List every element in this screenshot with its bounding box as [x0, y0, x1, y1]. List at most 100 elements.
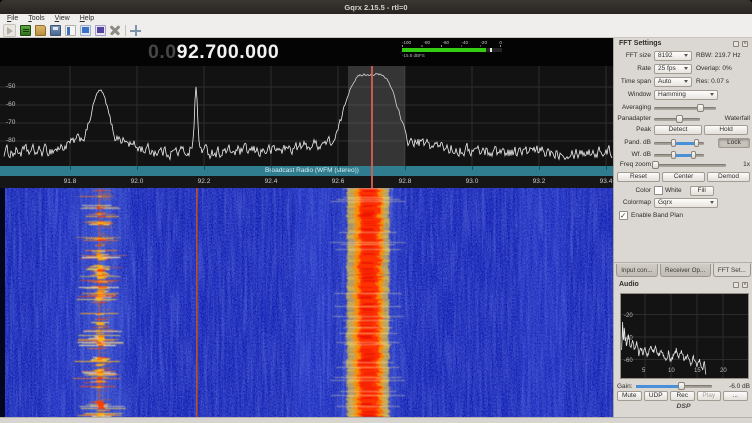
freq-zoom-label: Freq zoom [617, 161, 651, 168]
filter-passband-overlay[interactable] [348, 66, 405, 166]
io-devices-icon[interactable] [20, 25, 31, 36]
panadapter-split-slider[interactable] [654, 115, 700, 123]
fft-settings-title: FFT Settings [619, 40, 661, 47]
audio-rec-button[interactable]: Rec [670, 391, 695, 401]
fft-size-value: 8192 [658, 52, 672, 59]
frequency-scale-label: 92.6 [326, 178, 350, 185]
averaging-slider[interactable] [654, 104, 716, 112]
menu-item-help[interactable]: Help [75, 14, 99, 24]
title-bar[interactable]: Gqrx 2.15.5 - rtl=0 [0, 0, 752, 14]
lock-button[interactable]: Lock [718, 138, 750, 148]
float-icon[interactable] [733, 41, 739, 47]
band-plan-tick [204, 166, 205, 170]
meter-readout: -15.8 dBFS [402, 53, 502, 58]
colormap-combo[interactable]: Gqrx [654, 198, 718, 208]
toolbar-separator [125, 25, 126, 36]
enable-band-plan-checkbox[interactable] [619, 211, 628, 220]
carrier-trace-line [196, 188, 198, 417]
menu-item-file[interactable]: File [2, 14, 23, 24]
dsp-play-button[interactable] [3, 24, 16, 37]
audio-udp-button[interactable]: UDP [644, 391, 669, 401]
time-span-combo[interactable]: Auto [654, 77, 692, 87]
audio-button-row: MuteUDPRecPlay... [617, 390, 750, 401]
chevron-down-icon [684, 67, 688, 70]
tab-fft-set[interactable]: FFT Set... [713, 263, 751, 277]
reset-button[interactable]: Reset [617, 172, 660, 182]
tab-input-con[interactable]: Input con... [616, 264, 658, 277]
fill-button[interactable]: Fill [690, 186, 714, 196]
menu-item-view[interactable]: View [50, 14, 75, 24]
fft-db-label: -60 [6, 101, 15, 108]
open-file-icon[interactable] [35, 25, 46, 36]
meter-tick-label: -20 [480, 40, 487, 45]
display-icon[interactable] [80, 25, 91, 36]
gain-slider[interactable] [636, 382, 712, 390]
audio-dock-buttons [733, 282, 748, 288]
meter-bar-track [402, 48, 502, 52]
fft-size-combo[interactable]: 8192 [654, 51, 692, 61]
window-value: Hamming [658, 91, 686, 98]
colormap-value: Gqrx [658, 199, 672, 206]
waterfall[interactable] [5, 188, 613, 417]
audio-fft-plot[interactable]: -20-40-605101520 [620, 293, 749, 379]
band-plan-tick [338, 166, 339, 170]
frequency-display-bar [0, 38, 613, 66]
band-plan-tick [70, 166, 71, 170]
res-value: Res: 0.07 s [696, 78, 729, 85]
band-plan-tick [539, 166, 540, 170]
audio-mute-button[interactable]: Mute [617, 391, 642, 401]
dsp-play-icon[interactable] [7, 27, 13, 35]
fft-plot[interactable]: -50-60-70-80 [0, 66, 613, 166]
audio-play-button[interactable]: Play [697, 391, 722, 401]
audio-freq-label: 15 [694, 368, 701, 374]
band-plan-tick [271, 166, 272, 170]
close-icon[interactable] [742, 282, 748, 288]
tools-icon[interactable] [110, 25, 121, 36]
remote-icon[interactable] [95, 25, 106, 36]
freq-zoom-slider[interactable] [654, 161, 726, 169]
white-checkbox[interactable] [654, 186, 663, 195]
close-icon[interactable] [742, 41, 748, 47]
audio-db-label: -20 [624, 313, 633, 319]
pandapter-db-range-slider[interactable] [654, 139, 704, 147]
frequency-scale[interactable]: 91.892.092.292.492.692.893.093.293.4 [0, 176, 613, 188]
tab-receiver-op[interactable]: Receiver Op... [660, 264, 711, 277]
overlap-value: Overlap: 0% [696, 65, 732, 72]
float-icon[interactable] [733, 282, 739, 288]
band-plan-tick [137, 166, 138, 170]
tuning-cursor[interactable] [371, 66, 373, 188]
frequency-scale-label: 92.4 [259, 178, 283, 185]
rate-combo[interactable]: 25 fps [654, 64, 692, 74]
menu-item-tools[interactable]: Tools [23, 14, 49, 24]
meter-level-bar [402, 48, 486, 52]
bookmarks-icon[interactable] [65, 25, 76, 36]
demod-button[interactable]: Demod [707, 172, 750, 182]
center-button[interactable]: Center [662, 172, 705, 182]
menu-bar[interactable]: FileToolsViewHelp [0, 14, 752, 24]
audio-title: Audio [619, 281, 639, 288]
waterfall-db-range-slider[interactable] [654, 151, 704, 159]
rate-value: 25 fps [658, 65, 676, 72]
colormap-label: Colormap [617, 199, 651, 206]
peak-hold-button[interactable]: Hold [704, 125, 748, 135]
lcd-dim-digits: 0.0 [148, 41, 177, 64]
center-tuning-icon[interactable] [130, 25, 141, 36]
white-checkbox-label: White [665, 187, 682, 194]
window-combo[interactable]: Hamming [654, 90, 718, 100]
meter-tick-label: 0 [499, 40, 502, 45]
faint-signal-column [295, 188, 331, 417]
rate-label: Rate [617, 65, 651, 72]
frequency-lcd[interactable]: 0.092.700.000 [148, 40, 279, 64]
faint-signal-column [520, 188, 566, 417]
frequency-scale-label: 93.4 [594, 178, 613, 185]
toolbar[interactable] [0, 24, 752, 38]
peak-detect-button[interactable]: Detect [654, 125, 702, 135]
waterfall-label: Waterfall [725, 115, 750, 122]
audio-more-button[interactable]: ... [723, 391, 748, 401]
save-file-icon[interactable] [50, 25, 61, 36]
audio-spectrum-svg: -20-40-605101520 [621, 294, 748, 378]
meter-ruler [402, 45, 502, 47]
band-plan-tick [472, 166, 473, 170]
band-plan-bar[interactable]: Broadcast Radio (WFM (stereo)) [0, 166, 613, 176]
chevron-down-icon [710, 201, 714, 204]
